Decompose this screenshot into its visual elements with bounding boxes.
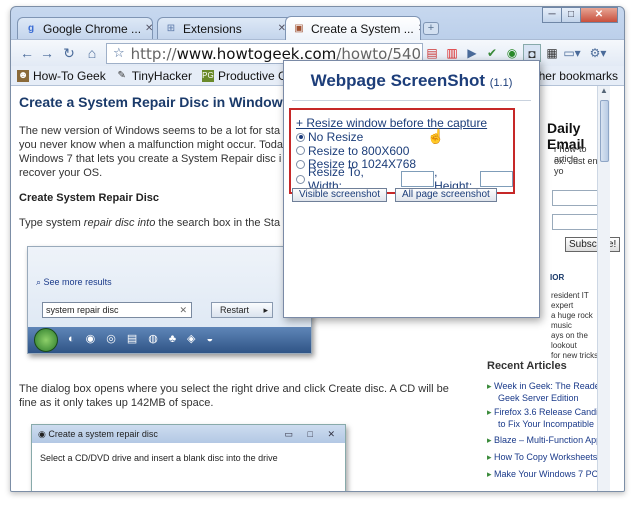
see-more-link: ⌕ See more results (36, 277, 112, 287)
visible-screenshot-button[interactable]: Visible screenshot (292, 188, 387, 202)
scrollbar[interactable]: ▲ (597, 86, 610, 491)
recent-article-link[interactable]: to Fix Your Incompatible Extension (487, 418, 609, 430)
resize-options-box: + Resize window before the capture No Re… (289, 108, 515, 194)
arrow-icon: ▸ (487, 381, 495, 391)
bookmark-howtogeek[interactable]: ☻ How-To Geek (17, 69, 106, 83)
tab-label: Google Chrome ... (43, 21, 142, 36)
new-tab-button[interactable]: + (423, 22, 439, 35)
calendar-icon[interactable]: ▦ (543, 44, 561, 62)
star-icon[interactable]: ☆ (113, 46, 125, 61)
recent-article-link[interactable]: ▸ Make Your Windows 7 PC Not Shu (487, 468, 609, 480)
maximize-button[interactable]: □ (561, 7, 581, 23)
taskbar: ◐◉◎▤◍♣◈◒ (28, 327, 311, 353)
back-icon[interactable]: ← (17, 44, 37, 62)
url-prefix: http:// (130, 44, 177, 63)
restart-button: Restart ▸ (211, 302, 273, 318)
window-controls: ─ □ ✕ (542, 7, 618, 23)
tab-extensions[interactable]: ⊞ Extensions ✕ (157, 17, 293, 39)
clear-icon: ✕ (179, 305, 187, 315)
hacker-icon: ✎ (117, 69, 126, 81)
bookmark-tinyhacker[interactable]: ✎ TinyHacker (116, 69, 192, 83)
scrollbar-thumb[interactable] (600, 100, 609, 162)
start-orb-icon (34, 328, 58, 352)
height-input[interactable] (479, 171, 513, 187)
arrow-icon: ▸ (487, 452, 495, 462)
start-search-box: system repair disc ✕ (42, 302, 192, 318)
taskbar-icons: ◐◉◎▤◍♣◈◒ (68, 333, 225, 345)
recent-article-link[interactable]: ▸ Blaze – Multi-Function Application (487, 434, 609, 446)
close-window-button[interactable]: ✕ (580, 7, 618, 23)
radio-button[interactable] (296, 174, 305, 184)
tab-google-chrome[interactable]: g Google Chrome ... ✕ (17, 17, 153, 39)
all-page-screenshot-button[interactable]: All page screenshot (394, 188, 497, 202)
author-label: IOR (550, 273, 565, 282)
minimize-button[interactable]: ─ (542, 7, 562, 23)
disc-icon: ◉ (38, 429, 49, 439)
recent-article-link[interactable]: ▸ How To Copy Worksheets in Exce (487, 451, 609, 463)
dialog-controls-icon: ▭ □ ✕ (284, 429, 341, 439)
paragraph: The dialog box opens where you select th… (19, 383, 449, 395)
recent-articles-heading: Recent Articles (487, 360, 567, 372)
width-input[interactable] (400, 171, 435, 187)
google-icon: g (27, 23, 35, 34)
option-custom-size[interactable]: Resize To, Width: , Height: (296, 165, 513, 193)
paragraph: fine as it only takes up 142MB of space. (19, 397, 214, 409)
page-icon: ▣ (294, 23, 304, 34)
recent-article-link[interactable]: Geek Server Edition (487, 392, 609, 404)
popup-title: Webpage ScreenShot (1.1) (310, 71, 513, 90)
forward-icon[interactable]: → (37, 44, 57, 62)
close-icon[interactable]: ✕ (414, 23, 420, 34)
recent-article-link[interactable]: ▸ Firefox 3.6 Release Candidate Av (487, 406, 609, 418)
recent-article-link[interactable]: ▸ Week in Geek: The Reader Tips an (487, 380, 609, 392)
home-icon[interactable]: ⌂ (82, 44, 102, 62)
tab-strip: g Google Chrome ... ✕ ⊞ Extensions ✕ ▣ C… (11, 7, 624, 40)
dialog-titlebar: ◉ Create a system repair disc ▭ □ ✕ (32, 425, 345, 443)
other-bookmarks[interactable]: her bookmarks (539, 69, 618, 83)
pg-icon: PG (201, 69, 214, 82)
tab-create-system[interactable]: ▣ Create a System ... ✕ (285, 16, 421, 40)
option-800x600[interactable]: Resize to 800X600 (296, 144, 513, 158)
capture-buttons: Visible screenshot All page screenshot (292, 188, 505, 202)
page-menu-icon[interactable]: ▭▾ (563, 44, 581, 62)
radio-button[interactable] (296, 146, 305, 155)
webpage-screenshot-popup: Webpage ScreenShot (1.1) + Resize window… (283, 60, 540, 318)
email-input[interactable] (552, 190, 598, 206)
tab-label: Extensions (183, 21, 242, 36)
wrench-icon[interactable]: ⚙▾ (589, 44, 607, 62)
radio-button[interactable] (296, 132, 305, 142)
option-no-resize[interactable]: No Resize (296, 130, 513, 144)
dialog-text: Select a CD/DVD drive and insert a blank… (32, 443, 345, 491)
resize-window-link[interactable]: + Resize window before the capture (296, 116, 513, 130)
arrow-icon: ▸ (263, 305, 268, 315)
arrow-icon: ▸ (487, 469, 495, 479)
divider (292, 100, 531, 101)
screenshot-start-menu: ⌕ See more results system repair disc ✕ R… (27, 246, 312, 354)
search-icon: ⌕ (36, 277, 44, 287)
tab-label: Create a System ... (311, 21, 414, 36)
arrow-icon: ▸ (487, 435, 495, 445)
scroll-up-icon[interactable]: ▲ (598, 86, 610, 96)
name-input[interactable] (552, 214, 598, 230)
subscribe-button[interactable]: Subscribe! (565, 237, 621, 252)
screenshot-repair-dialog: ◉ Create a system repair disc ▭ □ ✕ Sele… (31, 424, 346, 491)
arrow-icon: ▸ (487, 407, 495, 417)
hand-cursor-icon: ☝ (427, 128, 445, 144)
reload-icon[interactable]: ↻ (59, 44, 79, 62)
hat-icon: ☻ (17, 69, 29, 82)
puzzle-icon: ⊞ (166, 23, 176, 34)
close-icon[interactable]: ✕ (141, 23, 152, 34)
radio-button[interactable] (296, 159, 305, 169)
